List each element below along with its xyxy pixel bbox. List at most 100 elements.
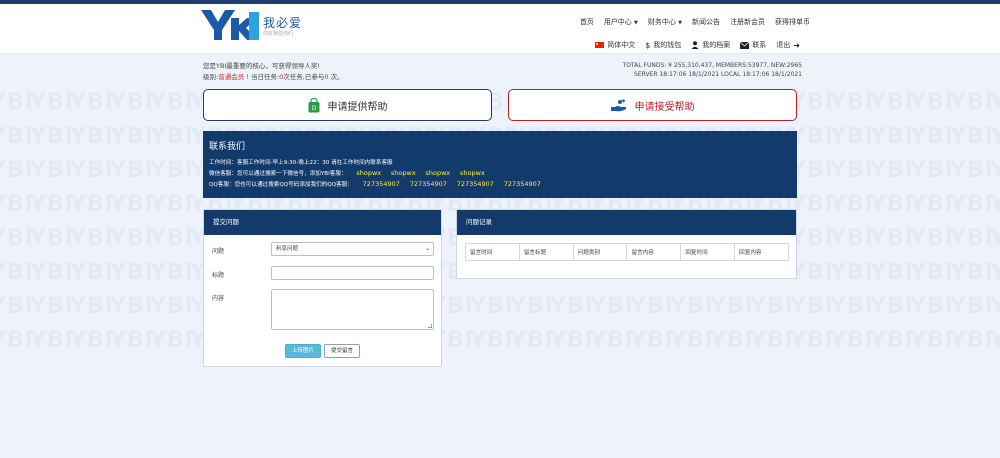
resize-grip-icon[interactable] xyxy=(428,324,432,328)
col-message-title: 留言标题 xyxy=(518,243,574,261)
site-stats: TOTAL FUNDS: ¥ 255,310,437, MEMBERS:5397… xyxy=(623,61,802,79)
contact-link[interactable]: 联系 xyxy=(740,40,766,50)
dollar-icon: $ xyxy=(645,40,651,50)
watermark-logo: YBI xyxy=(30,226,74,251)
watermark-logo: YBI xyxy=(710,294,754,319)
watermark-logo: YBI xyxy=(830,158,874,183)
logout-link[interactable]: 退出 ➜ xyxy=(776,40,800,50)
watermark-logo: YBI xyxy=(950,124,994,149)
caret-down-icon: ▼ xyxy=(678,20,682,26)
watermark-logo: YBI xyxy=(870,294,914,319)
subject-input[interactable] xyxy=(271,266,434,280)
nav-news[interactable]: 新闻公告 xyxy=(692,17,720,27)
watermark-logo: YBI xyxy=(150,192,194,217)
watermark-logo: YBI xyxy=(750,328,794,353)
watermark-logo: YBI xyxy=(910,328,954,353)
wechat-id[interactable]: shopwx xyxy=(460,169,485,177)
watermark-logo: YBI xyxy=(990,90,1000,115)
watermark-logo: YBI xyxy=(0,158,34,183)
subject-label: 标题 xyxy=(212,272,225,279)
watermark-logo: YBI xyxy=(870,260,914,285)
watermark-logo: YBI xyxy=(870,124,914,149)
nav-register[interactable]: 注册新会员 xyxy=(730,17,765,27)
upload-image-button[interactable]: 上传图片 xyxy=(285,344,321,358)
shopping-bag-icon: D xyxy=(308,97,319,112)
watermark-logo: YBI xyxy=(830,124,874,149)
records-table: 留言时间 留言标题 问题类别 留言内容 回复时间 回复内容 xyxy=(465,243,789,261)
nav-home[interactable]: 首页 xyxy=(580,17,594,27)
wechat-id[interactable]: shopwx xyxy=(425,169,450,177)
language-select[interactable]: 简体中文 xyxy=(595,40,635,50)
watermark-logo: YBI xyxy=(590,294,634,319)
watermark-logo: YBI xyxy=(870,192,914,217)
nav-finance-center[interactable]: 财务中心 ▼ xyxy=(648,17,682,27)
watermark-logo: YBI xyxy=(870,90,914,115)
col-message-content: 留言内容 xyxy=(626,243,682,261)
watermark-logo: YBI xyxy=(110,158,154,183)
watermark-logo: YBI xyxy=(30,192,74,217)
cn-flag-icon xyxy=(595,42,605,48)
content-textarea[interactable] xyxy=(271,289,434,330)
brand-name: 我必爱 xyxy=(263,16,303,30)
nav-user-center[interactable]: 用户中心 ▼ xyxy=(604,17,638,27)
watermark-logo: YBI xyxy=(150,124,194,149)
qq-id[interactable]: 727354907 xyxy=(363,180,400,188)
watermark-logo: YBI xyxy=(670,294,714,319)
watermark-logo: YBI xyxy=(630,294,674,319)
my-wallet-link[interactable]: $ 我的钱包 xyxy=(645,40,681,50)
watermark-logo: YBI xyxy=(990,260,1000,285)
watermark-logo: YBI xyxy=(990,328,1000,353)
watermark-logo: YBI xyxy=(950,158,994,183)
watermark-logo: YBI xyxy=(910,192,954,217)
watermark-logo: YBI xyxy=(70,260,114,285)
watermark-logo: YBI xyxy=(990,226,1000,251)
watermark-logo: YBI xyxy=(910,260,954,285)
watermark-logo: YBI xyxy=(70,294,114,319)
total-funds: TOTAL FUNDS: ¥ 255,310,437, MEMBERS:5397… xyxy=(622,62,802,69)
watermark-logo: YBI xyxy=(830,226,874,251)
wechat-id[interactable]: shopwx xyxy=(356,169,381,177)
user-icon xyxy=(691,41,699,49)
watermark-logo: YBI xyxy=(830,294,874,319)
question-type-select[interactable]: 利息问题 ⌄ xyxy=(271,242,434,256)
watermark-logo: YBI xyxy=(950,294,994,319)
watermark-logo: YBI xyxy=(830,90,874,115)
watermark-logo: YBI xyxy=(990,124,1000,149)
watermark-logo: YBI xyxy=(0,192,34,217)
watermark-logo: YBI xyxy=(910,124,954,149)
my-profile-link[interactable]: 我的档案 xyxy=(691,40,730,50)
watermark-logo: YBI xyxy=(30,260,74,285)
accept-help-button[interactable]: 申请接受帮助 xyxy=(508,89,797,121)
watermark-logo: YBI xyxy=(0,294,34,319)
records-panel-title: 问题记录 xyxy=(457,210,796,235)
qq-id[interactable]: 727354907 xyxy=(410,180,447,188)
watermark-logo: YBI xyxy=(910,90,954,115)
contact-qq: QQ客服：您也可以通过搜索QQ号码添加我们的QQ客服： 727354907 72… xyxy=(209,180,541,188)
watermark-logo: YBI xyxy=(30,328,74,353)
watermark-logo: YBI xyxy=(70,226,114,251)
col-message-time: 留言时间 xyxy=(465,243,520,261)
provide-help-button[interactable]: D 申请提供帮助 xyxy=(203,89,492,121)
submit-message-button[interactable]: 提交留言 xyxy=(324,344,360,358)
qq-id[interactable]: 727354907 xyxy=(504,180,541,188)
submit-panel-title: 提交问题 xyxy=(204,210,441,235)
watermark-logo: YBI xyxy=(110,226,154,251)
qq-id[interactable]: 727354907 xyxy=(457,180,494,188)
wechat-id[interactable]: shopwx xyxy=(391,169,416,177)
watermark-logo: YBI xyxy=(950,328,994,353)
ybi-logo-mark xyxy=(201,10,259,40)
watermark-logo: YBI xyxy=(150,328,194,353)
watermark-logo: YBI xyxy=(870,158,914,183)
watermark-logo: YBI xyxy=(70,328,114,353)
watermark-logo: YBI xyxy=(70,158,114,183)
watermark-logo: YBI xyxy=(910,294,954,319)
logout-icon: ➜ xyxy=(793,40,800,50)
nav-get-coins[interactable]: 获得排单币 xyxy=(775,17,810,27)
watermark-logo: YBI xyxy=(470,328,514,353)
logo[interactable]: 我必爱 你好我爱你们 xyxy=(201,10,311,44)
watermark-logo: YBI xyxy=(150,90,194,115)
watermark-logo: YBI xyxy=(990,192,1000,217)
watermark-logo: YBI xyxy=(0,328,34,353)
secondary-nav: 简体中文 $ 我的钱包 我的档案 联系 退出 ➜ xyxy=(595,40,800,50)
col-question-category: 问题类别 xyxy=(572,243,628,261)
